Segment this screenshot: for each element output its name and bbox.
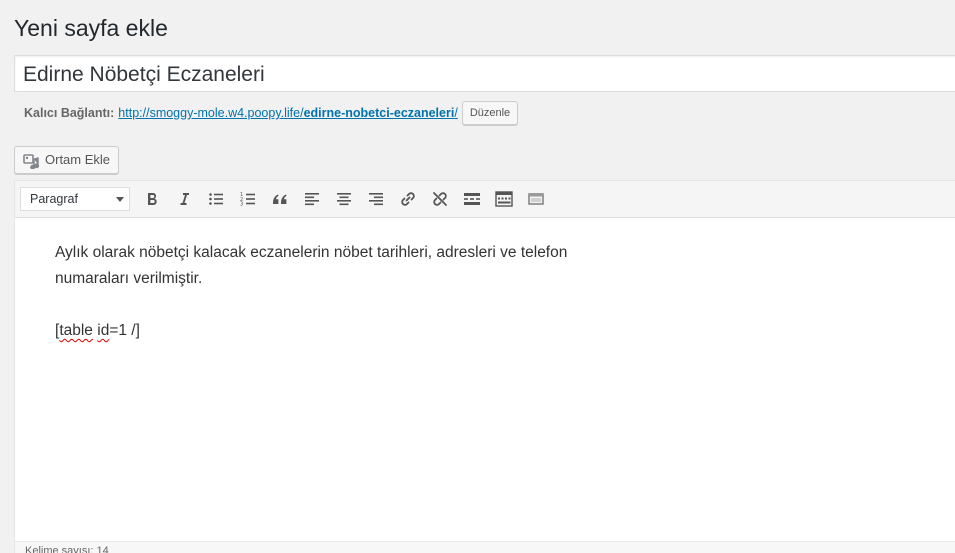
format-select[interactable]: Paragraf (20, 187, 130, 211)
bullet-list-icon (209, 193, 223, 205)
numbered-list-icon: 123 (240, 192, 255, 208)
bold-icon (148, 193, 157, 206)
add-media-button[interactable]: Ortam Ekle (14, 146, 120, 174)
italic-icon (180, 193, 189, 205)
add-media-label: Ortam Ekle (45, 152, 111, 167)
blockquote-button[interactable] (266, 185, 294, 213)
permalink-link[interactable]: http://smoggy-mole.w4.poopy.life/edirne-… (118, 106, 458, 120)
align-left-button[interactable] (298, 185, 326, 213)
spellcheck-word-id: id (97, 322, 110, 339)
quote-icon (273, 194, 287, 204)
permalink-url-base: http://smoggy-mole.w4.poopy.life/ (118, 106, 304, 120)
media-icon (23, 152, 40, 170)
permalink-url-suffix: / (454, 106, 458, 120)
numbered-list-button[interactable]: 123 (234, 185, 262, 213)
content-paragraph: Aylık olarak nöbetçi kalacak eczanelerin… (55, 244, 568, 287)
align-center-button[interactable] (330, 185, 358, 213)
align-right-button[interactable] (362, 185, 390, 213)
permalink-label: Kalıcı Bağlantı: (24, 106, 115, 120)
fullscreen-button[interactable] (522, 185, 550, 213)
svg-text:3: 3 (240, 202, 243, 208)
spellcheck-word-table: table (59, 322, 93, 339)
permalink-edit-button[interactable]: Düzenle (461, 101, 519, 125)
shortcode-rest: =1 /] (109, 322, 140, 339)
word-count: Kelime sayısı: 14 (25, 545, 109, 553)
content-editor: Paragraf 123 Aylık olarak nöbetçi kalaca… (14, 180, 955, 553)
align-center-icon (337, 193, 351, 206)
chevron-down-icon (116, 197, 124, 202)
edit-page: Yeni sayfa ekle Edirne Nöbetçi Eczaneler… (0, 0, 955, 553)
post-title-input[interactable]: Edirne Nöbetçi Eczaneleri (14, 55, 955, 92)
editor-statusbar: Kelime sayısı: 14 (15, 541, 955, 553)
format-select-value: Paragraf (30, 192, 78, 206)
bold-button[interactable] (138, 185, 166, 213)
toolbar-toggle-button[interactable] (490, 185, 518, 213)
distraction-free-icon (528, 193, 544, 205)
content-shortcode: [table id=1 /] (55, 318, 625, 344)
italic-button[interactable] (170, 185, 198, 213)
toolbar-toggle-icon (495, 191, 513, 207)
read-more-button[interactable] (458, 185, 486, 213)
page-title: Yeni sayfa ekle (14, 15, 168, 41)
bullet-list-button[interactable] (202, 185, 230, 213)
read-more-icon (464, 193, 480, 205)
unlink-icon (433, 192, 447, 206)
remove-link-button[interactable] (426, 185, 454, 213)
insert-link-button[interactable] (394, 185, 422, 213)
align-right-icon (369, 193, 383, 206)
editor-toolbar: Paragraf 123 (15, 181, 955, 218)
align-left-icon (305, 193, 319, 206)
permalink-slug: edirne-nobetci-eczaneleri (303, 106, 455, 120)
editor-content[interactable]: Aylık olarak nöbetçi kalacak eczanelerin… (15, 218, 955, 344)
permalink-row: Kalıcı Bağlantı: http://smoggy-mole.w4.p… (24, 101, 519, 125)
link-icon (401, 192, 415, 206)
